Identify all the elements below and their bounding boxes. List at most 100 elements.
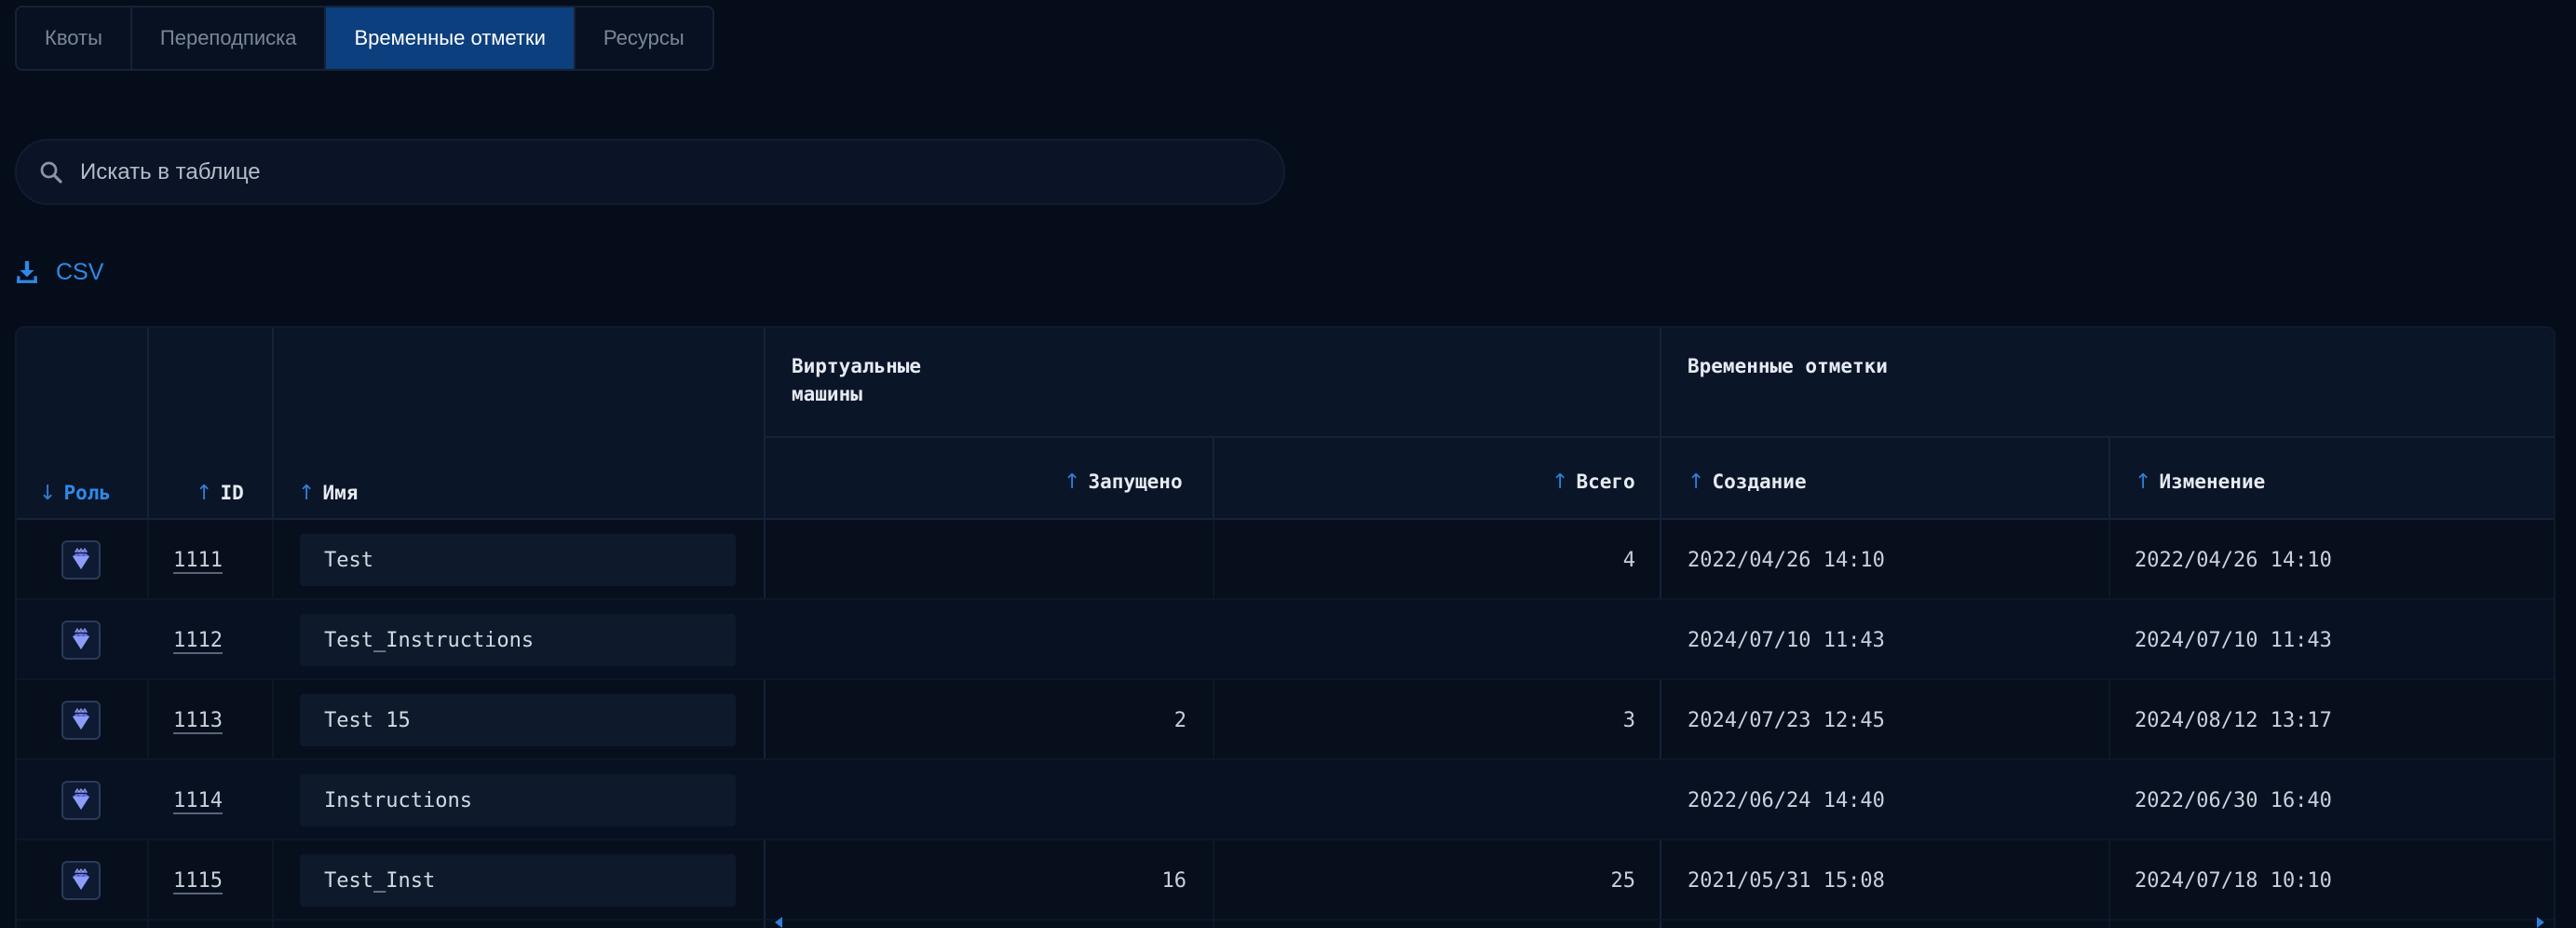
modified-cell: 2022/06/30 16:40 <box>2135 788 2332 812</box>
sort-asc-icon: ↑ <box>1552 470 1569 494</box>
diamond-crown-icon <box>61 701 101 740</box>
diamond-crown-icon <box>61 621 101 660</box>
group-header-vms: Виртуальные машины <box>792 355 922 405</box>
name-field[interactable]: Test_Inst <box>300 854 736 907</box>
running-cell: 2 <box>1173 708 1186 732</box>
created-cell: 2024/07/23 12:45 <box>1688 708 1885 732</box>
name-field[interactable]: Test_Instructions <box>300 614 736 666</box>
column-running-label: Запущено <box>1088 471 1183 493</box>
modified-cell: 2022/04/26 14:10 <box>2135 548 2332 572</box>
id-cell: 1113 <box>173 680 223 760</box>
header-divider <box>147 328 149 520</box>
column-total-label: Всего <box>1576 471 1635 493</box>
name-field[interactable]: Test 15 <box>300 694 736 746</box>
total-cell: 4 <box>1622 548 1635 572</box>
name-cell: Test_Instructions <box>300 600 736 680</box>
role-cell <box>61 520 101 600</box>
sort-asc-icon: ↑ <box>1064 470 1081 494</box>
name-field[interactable]: Test <box>300 534 736 586</box>
total-cell <box>1213 600 1635 680</box>
role-cell <box>61 600 101 680</box>
search-bar <box>15 139 1285 205</box>
running-cell: 16 <box>1161 868 1187 893</box>
sort-desc-icon: ↓ <box>39 481 57 505</box>
download-icon <box>17 261 37 283</box>
group-header-timestamps: Временные отметки <box>1688 355 1888 377</box>
id-link[interactable]: 1115 <box>173 869 223 893</box>
name-cell: Test_Inst <box>300 840 736 921</box>
id-link[interactable]: 1112 <box>173 629 223 652</box>
id-link[interactable]: 1113 <box>173 709 223 732</box>
column-header-modified[interactable]: ↑ Изменение <box>2135 466 2265 498</box>
total-cell: 25 <box>1610 868 1636 893</box>
column-header-id[interactable]: ↑ ID <box>196 477 244 509</box>
table-row[interactable]: 1111 Test 4 2022/04/26 14:10 2022/04/26 … <box>17 520 2554 600</box>
search-icon <box>40 161 62 184</box>
created-cell: 2022/06/24 14:40 <box>1688 788 1885 812</box>
column-created-label: Создание <box>1712 471 1807 493</box>
running-cell <box>764 520 1186 600</box>
role-cell <box>61 680 101 760</box>
running-cell <box>764 600 1186 680</box>
data-table: Виртуальные машины Временные отметки ↓ Р… <box>15 326 2556 928</box>
table-header: Виртуальные машины Временные отметки ↓ Р… <box>17 328 2554 520</box>
csv-label: CSV <box>56 258 104 285</box>
role-cell <box>61 760 101 840</box>
table-row[interactable]: 1115 Test_Inst 16 25 2021/05/31 15:08 20… <box>17 840 2554 921</box>
id-cell: 1114 <box>173 760 223 840</box>
role-cell <box>61 840 101 921</box>
id-link[interactable]: 1114 <box>173 789 223 812</box>
sort-asc-icon: ↑ <box>2135 470 2152 494</box>
table-row[interactable]: 1113 Test 15 2 3 2024/07/23 12:45 2024/0… <box>17 680 2554 760</box>
id-link[interactable]: 1111 <box>173 549 223 572</box>
column-header-name[interactable]: ↑ Имя <box>298 477 358 509</box>
column-role-label: Роль <box>63 482 112 504</box>
name-cell: Instructions <box>300 760 736 840</box>
id-cell: 1112 <box>173 600 223 680</box>
created-cell: 2024/07/10 11:43 <box>1688 628 1885 652</box>
name-cell: Test <box>300 520 736 600</box>
header-divider <box>764 436 2554 438</box>
id-cell: 1115 <box>173 840 223 921</box>
column-name-label: Имя <box>322 482 359 504</box>
modified-cell: 2024/08/12 13:17 <box>2135 708 2332 732</box>
total-cell: 3 <box>1622 708 1635 732</box>
header-divider <box>1213 436 1214 520</box>
name-field[interactable]: Instructions <box>300 774 736 826</box>
tab-oversubscription[interactable]: Переподписка <box>132 7 327 69</box>
csv-download-button[interactable]: CSV <box>15 255 103 289</box>
diamond-crown-icon <box>61 781 101 820</box>
header-divider <box>272 328 274 520</box>
column-id-label: ID <box>220 482 244 504</box>
id-cell: 1111 <box>173 520 223 600</box>
header-divider <box>1660 328 1661 520</box>
column-header-total[interactable]: ↑ Всего <box>1552 466 1635 498</box>
name-cell: Test 15 <box>300 680 736 760</box>
search-input[interactable] <box>78 157 1283 186</box>
column-modified-label: Изменение <box>2159 471 2266 493</box>
tab-timestamps[interactable]: Временные отметки <box>326 7 576 69</box>
running-cell <box>764 760 1186 840</box>
column-header-role[interactable]: ↓ Роль <box>39 477 111 509</box>
sort-asc-icon: ↑ <box>1688 470 1705 494</box>
tab-resources[interactable]: Ресурсы <box>576 7 712 69</box>
created-cell: 2021/05/31 15:08 <box>1688 868 1885 893</box>
header-divider <box>2108 436 2110 520</box>
diamond-crown-icon <box>61 861 101 900</box>
scroll-right-icon[interactable] <box>2537 917 2544 928</box>
header-divider <box>764 328 766 520</box>
diamond-crown-icon <box>61 540 101 580</box>
column-header-running[interactable]: ↑ Запущено <box>1064 466 1183 498</box>
modified-cell: 2024/07/18 10:10 <box>2135 868 2332 893</box>
tab-quotas[interactable]: Квоты <box>17 7 132 69</box>
table-row[interactable]: 1112 Test_Instructions 2024/07/10 11:43 … <box>17 600 2554 680</box>
sort-asc-icon: ↑ <box>298 481 316 505</box>
modified-cell: 2024/07/10 11:43 <box>2135 628 2332 652</box>
created-cell: 2022/04/26 14:10 <box>1688 548 1885 572</box>
table-row[interactable]: 1114 Instructions 2022/06/24 14:40 2022/… <box>17 760 2554 840</box>
scroll-left-icon[interactable] <box>775 917 782 928</box>
total-cell <box>1213 760 1635 840</box>
tab-bar: Квоты Переподписка Временные отметки Рес… <box>15 6 714 71</box>
sort-asc-icon: ↑ <box>196 481 213 505</box>
column-header-created[interactable]: ↑ Создание <box>1688 466 1807 498</box>
